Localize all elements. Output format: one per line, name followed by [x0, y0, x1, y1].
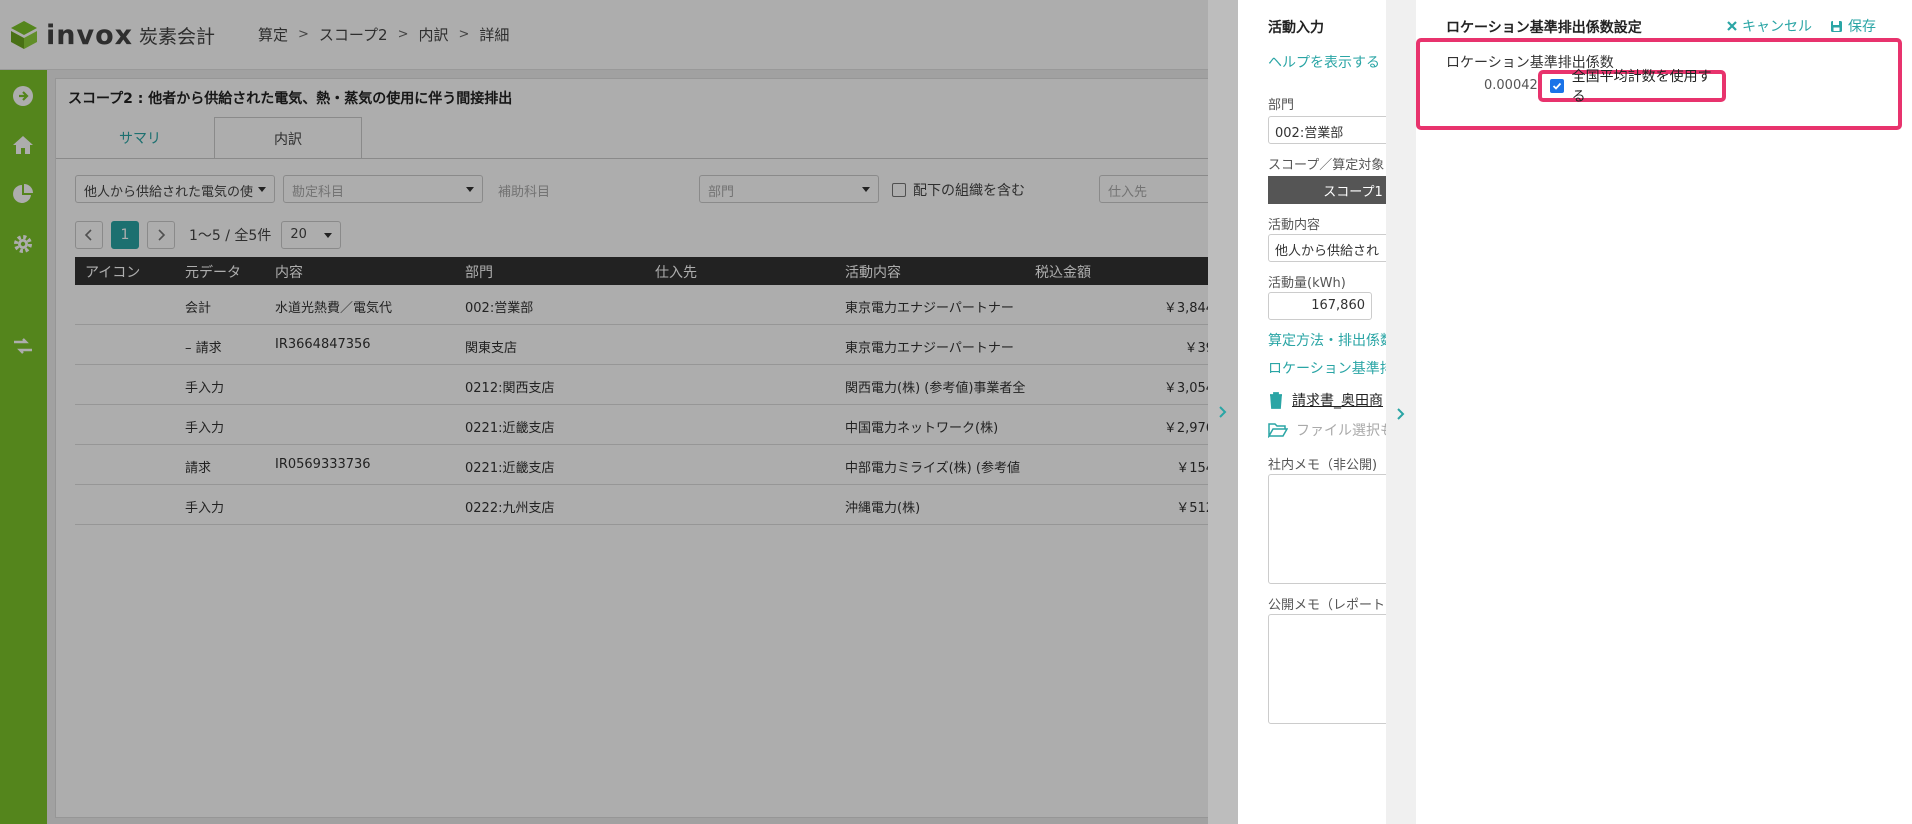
save-label: 保存 — [1848, 19, 1876, 35]
drawer-collapse-strip[interactable] — [1208, 0, 1238, 824]
use-national-average-label: 全国平均計数を使用する — [1571, 69, 1712, 105]
help-link[interactable]: ヘルプを表示する — [1268, 52, 1380, 72]
factor-value: 0.000423 — [1484, 78, 1547, 93]
method-link[interactable]: 算定方法・排出係数 — [1268, 330, 1394, 350]
cancel-label: キャンセル — [1742, 19, 1812, 35]
cancel-button[interactable]: キャンセル — [1726, 16, 1812, 36]
floppy-disk-icon — [1831, 20, 1842, 32]
location-factor-link[interactable]: ロケーション基準排 — [1268, 358, 1394, 378]
attached-file[interactable]: 請求書_奥田商 — [1268, 390, 1383, 410]
close-icon — [1727, 21, 1737, 31]
internal-memo-label: 社内メモ（非公開) — [1268, 458, 1378, 473]
file-choose[interactable]: ファイル選択も — [1268, 420, 1394, 440]
save-button[interactable]: 保存 — [1830, 16, 1876, 36]
chevron-right-icon — [1219, 406, 1227, 418]
activity-label: 活動内容 — [1268, 218, 1321, 233]
folder-open-icon — [1268, 423, 1288, 438]
amount-label: 活動量(kWh) — [1268, 276, 1346, 291]
drawer-title: ロケーション基準排出係数設定 — [1446, 20, 1642, 36]
location-factor-drawer: ロケーション基準排出係数設定 キャンセル 保存 ロケーション基準排出係数 0.0… — [1386, 0, 1912, 824]
use-national-average-checkbox[interactable]: 全国平均計数を使用する — [1538, 69, 1726, 105]
checkbox-checked[interactable] — [1550, 79, 1564, 93]
department-label: 部門 — [1268, 98, 1295, 113]
drawer-title: 活動入力 — [1268, 20, 1324, 36]
drawer-collapse-strip[interactable] — [1386, 0, 1416, 824]
check-icon — [1552, 82, 1561, 90]
chevron-right-icon — [1397, 408, 1405, 420]
file-choose-label: ファイル選択も — [1296, 423, 1394, 439]
amount-field[interactable]: 167,860 — [1268, 292, 1372, 320]
public-memo-label: 公開メモ（レポート — [1268, 598, 1386, 613]
attached-file-name[interactable]: 請求書_奥田商 — [1292, 390, 1383, 410]
trash-icon[interactable] — [1268, 391, 1284, 409]
scope-label: スコープ／算定対象 — [1268, 158, 1385, 173]
